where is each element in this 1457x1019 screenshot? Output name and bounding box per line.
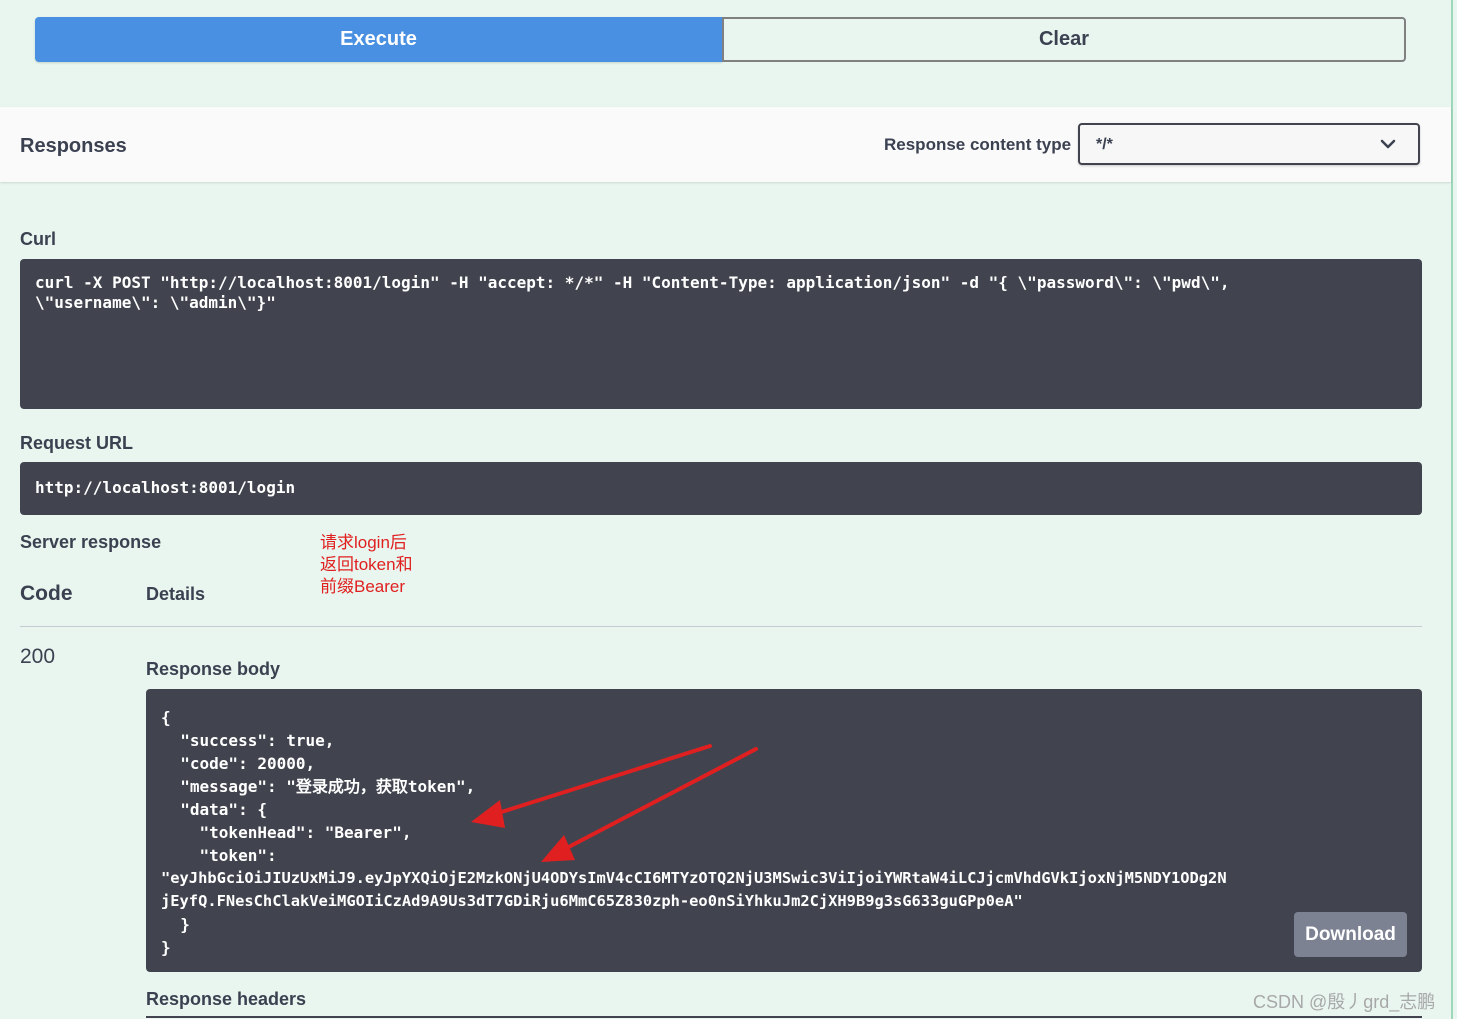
response-body-line: "code": 20000, — [161, 754, 316, 773]
download-button[interactable]: Download — [1294, 912, 1407, 957]
response-body-line: "tokenHead": "Bearer", — [161, 823, 412, 842]
response-content-type-label: Response content type — [884, 135, 1072, 154]
request-url-label: Request URL — [20, 433, 134, 453]
execute-button[interactable]: Execute — [35, 17, 722, 62]
clear-button[interactable]: Clear — [722, 17, 1406, 62]
response-status-code: 200 — [20, 645, 56, 668]
response-body-line: "message": "登录成功，获取token", — [161, 777, 476, 796]
curl-line: curl -X POST "http://localhost:8001/logi… — [35, 273, 1230, 292]
response-headers-box-top — [146, 1016, 1422, 1018]
response-content-type-value: */* — [1096, 136, 1113, 153]
table-divider — [20, 626, 1422, 627]
request-url-box[interactable]: http://localhost:8001/login — [20, 462, 1422, 515]
chevron-down-icon — [1380, 139, 1396, 149]
response-body-box[interactable]: { "success": true, "code": 20000, "messa… — [146, 689, 1422, 972]
response-body-line: "token": — [161, 846, 277, 865]
response-body-line: "success": true, — [161, 731, 335, 750]
annotation-line: 请求login后 — [320, 533, 407, 552]
responses-header: Responses Response content type */* — [0, 107, 1451, 182]
curl-label: Curl — [20, 229, 56, 249]
responses-title: Responses — [20, 135, 127, 157]
response-body-line: "eyJhbGciOiJIUzUxMiJ9.eyJpYXQiOjE2MzkONj… — [161, 869, 1227, 887]
details-column-header: Details — [146, 584, 206, 604]
response-body-line: "data": { — [161, 800, 267, 819]
csdn-watermark: CSDN @殷丿grd_志鹏 — [1253, 992, 1436, 1012]
response-body-line: jEyfQ.FNesChClakVeiMGOIiCzAd9A9Us3dT7GDi… — [161, 892, 1023, 910]
code-column-header: Code — [20, 582, 73, 605]
response-body-line: { — [161, 708, 171, 727]
response-content-type-select[interactable]: */* — [1078, 123, 1420, 165]
curl-command-box[interactable]: curl -X POST "http://localhost:8001/logi… — [20, 259, 1422, 409]
request-url-value: http://localhost:8001/login — [35, 478, 296, 497]
curl-line: \"username\": \"admin\"}" — [35, 293, 276, 312]
response-body-line: } — [161, 938, 171, 957]
annotation-line: 前缀Bearer — [320, 577, 406, 596]
red-annotation-note: 请求login后 返回token和 前缀Bearer — [320, 532, 413, 598]
server-response-label: Server response — [20, 532, 162, 552]
response-body-line: } — [161, 915, 190, 934]
response-body-label: Response body — [146, 659, 281, 679]
annotation-line: 返回token和 — [320, 555, 413, 574]
response-headers-label: Response headers — [146, 989, 307, 1009]
page-edge-line — [1451, 0, 1453, 1019]
